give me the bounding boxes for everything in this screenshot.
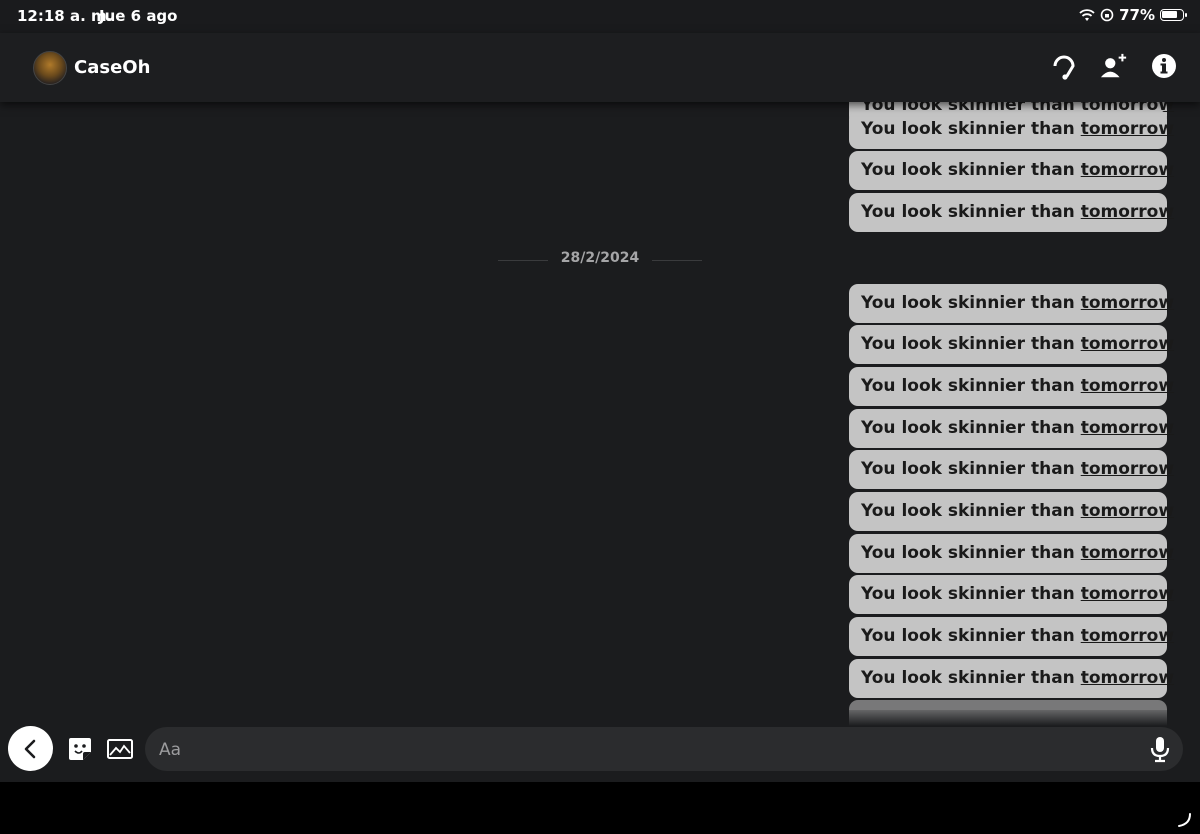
- voice-chat-button[interactable]: [1050, 51, 1078, 81]
- message-list[interactable]: You look skinnier than tomorrow You look…: [0, 102, 1200, 726]
- status-right: 77%: [1079, 6, 1187, 24]
- scroll-fade: [0, 710, 1200, 726]
- mic-button[interactable]: [1149, 735, 1171, 763]
- message-bubble[interactable]: You look skinnier than tomorrow: [849, 617, 1174, 656]
- header-actions: [1050, 51, 1178, 81]
- status-date: Jue 6 ago: [99, 7, 178, 25]
- chat-header: CaseOh: [0, 33, 1200, 102]
- message-bubble[interactable]: You look skinnier than tomorrow: [849, 193, 1174, 232]
- sticker-icon: [69, 738, 91, 760]
- composer-bar: [0, 726, 1200, 782]
- bottom-bar: [0, 782, 1200, 834]
- message-bubble[interactable]: You look skinnier than tomorrow: [849, 110, 1174, 149]
- sticker-button[interactable]: [67, 736, 93, 762]
- message-bubble[interactable]: You look skinnier than tomorrow: [849, 450, 1174, 489]
- add-friend-icon: [1100, 53, 1127, 78]
- avatar[interactable]: [33, 51, 67, 85]
- screen: 12:18 a. m. Jue 6 ago 77% CaseOh You loo…: [0, 0, 1200, 834]
- contact-name[interactable]: CaseOh: [74, 57, 150, 78]
- image-icon: [107, 739, 133, 759]
- date-separator: 28/2/2024: [498, 250, 702, 270]
- chevron-left-icon: [24, 739, 35, 758]
- message-bubble[interactable]: You look skinnier than tomorrow: [849, 284, 1174, 323]
- message-bubble[interactable]: You look skinnier than tomorrow: [849, 659, 1174, 698]
- message-bubble[interactable]: You look skinnier than tomorrow: [849, 151, 1174, 190]
- message-input-wrapper: [145, 727, 1183, 773]
- resize-handle-icon: [1178, 813, 1191, 827]
- rotation-lock-icon: [1100, 8, 1114, 22]
- message-input[interactable]: [157, 727, 1121, 773]
- message-bubble[interactable]: You look skinnier than tomorrow: [849, 325, 1174, 364]
- wifi-icon: [1079, 8, 1095, 21]
- headset-icon: [1053, 55, 1075, 80]
- message-bubble[interactable]: You look skinnier than tomorrow: [849, 575, 1174, 614]
- message-bubble[interactable]: You look skinnier than tomorrow: [849, 534, 1174, 573]
- back-button[interactable]: [8, 726, 53, 771]
- status-bar: 12:18 a. m. Jue 6 ago 77%: [0, 0, 1200, 33]
- image-button[interactable]: [106, 736, 134, 762]
- info-button[interactable]: [1150, 51, 1178, 81]
- message-bubble[interactable]: You look skinnier than tomorrow: [849, 367, 1174, 406]
- info-icon: [1152, 54, 1176, 78]
- battery-percent: 77%: [1119, 6, 1155, 24]
- message-bubble[interactable]: You look skinnier than tomorrow: [849, 409, 1174, 448]
- battery-icon: [1160, 9, 1187, 21]
- microphone-icon: [1150, 737, 1170, 763]
- add-friend-button[interactable]: [1100, 51, 1128, 81]
- message-bubble[interactable]: You look skinnier than tomorrow: [849, 492, 1174, 531]
